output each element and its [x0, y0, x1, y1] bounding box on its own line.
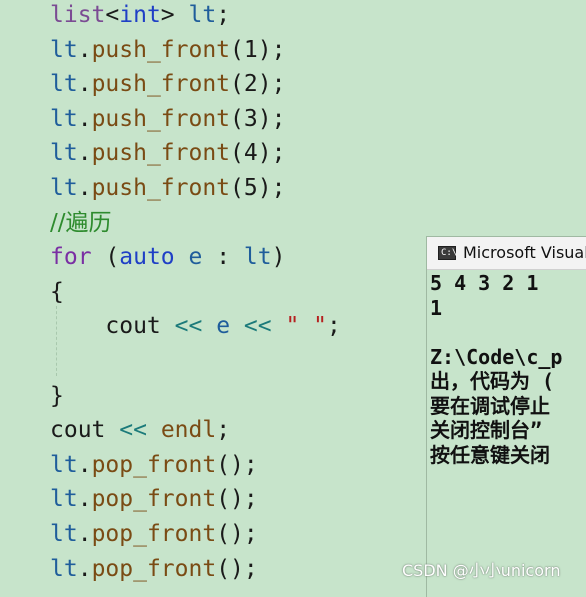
- console-output-line: 5 4 3 2 1: [430, 271, 539, 295]
- code-token: <<: [174, 313, 203, 340]
- code-token: pop_front: [91, 451, 217, 478]
- code-token: .: [77, 36, 92, 63]
- console-output-line: 出，代码为 (: [430, 369, 555, 393]
- code-line: {: [50, 275, 64, 309]
- code-token: pop_front: [91, 555, 217, 582]
- code-token: .: [77, 521, 92, 547]
- code-token: pop_front: [91, 521, 217, 547]
- code-token: e: [216, 313, 231, 340]
- console-output-line: 要在调试停止: [430, 393, 550, 418]
- code-token: .: [77, 105, 92, 132]
- code-token: int: [119, 2, 161, 28]
- code-token: lt: [50, 451, 78, 478]
- code-token: ();: [216, 486, 258, 513]
- code-token: ;: [216, 417, 231, 444]
- code-line: list<int> lt;: [50, 0, 230, 32]
- code-token: push_front: [91, 140, 231, 167]
- code-token: ;: [216, 2, 231, 28]
- code-line: cout << endl;: [50, 413, 230, 447]
- console-title: Microsoft Visual: [463, 243, 586, 262]
- code-token: (5);: [230, 175, 286, 201]
- code-token: (2);: [230, 71, 286, 98]
- console-output-line: 按任意键关闭: [430, 442, 550, 467]
- code-token: lt: [50, 140, 78, 167]
- code-token: for: [50, 244, 92, 271]
- code-token: " ": [285, 313, 328, 340]
- code-token: ;: [327, 313, 341, 340]
- code-line: lt.pop_front();: [50, 448, 258, 482]
- code-line: }: [50, 379, 64, 413]
- code-token: lt: [50, 71, 78, 98]
- code-token: .: [77, 555, 92, 582]
- code-token: endl: [160, 417, 217, 444]
- watermark: CSDN @小小unicorn: [402, 561, 561, 580]
- code-line: cout << e << " ";: [50, 309, 341, 343]
- code-token: ();: [216, 555, 258, 582]
- code-token: <<: [119, 417, 147, 444]
- code-token: .: [77, 71, 92, 98]
- code-line: lt.push_front(5);: [50, 171, 285, 205]
- code-token: }: [50, 382, 64, 409]
- code-token: .: [77, 486, 92, 513]
- code-token: ();: [216, 521, 258, 547]
- console-output-line: 关闭控制台”: [430, 418, 543, 442]
- code-line: lt.push_front(3);: [50, 102, 285, 136]
- code-token: ): [271, 244, 286, 271]
- code-token: lt: [50, 555, 78, 582]
- code-token: lt: [50, 36, 78, 63]
- code-line: lt.push_front(4);: [50, 136, 285, 170]
- code-line: lt.pop_front();: [50, 482, 258, 516]
- code-line: lt.push_front(1);: [50, 33, 285, 67]
- console-titlebar[interactable]: C:\ Microsoft Visual: [427, 237, 586, 270]
- code-token: :: [202, 244, 244, 271]
- code-token: >: [160, 2, 189, 28]
- code-token: (3);: [230, 105, 286, 132]
- code-line: for (auto e : lt): [50, 240, 285, 274]
- code-token: .: [77, 175, 92, 201]
- code-token: ();: [216, 451, 258, 478]
- code-token: push_front: [91, 71, 231, 98]
- code-token: push_front: [91, 36, 231, 63]
- code-token: lt: [50, 521, 78, 547]
- console-window[interactable]: C:\ Microsoft Visual 5 4 3 2 1 1 Z:\Code\c…: [426, 236, 586, 597]
- code-token: //遍历: [50, 209, 112, 236]
- code-token: pop_front: [91, 486, 217, 513]
- console-output-line: Z:\Code\c_p: [430, 344, 563, 369]
- code-token: .: [77, 451, 92, 478]
- code-token: (1);: [230, 36, 286, 63]
- code-token: <: [105, 2, 120, 28]
- code-line: lt.push_front(2);: [50, 67, 285, 101]
- code-token: lt: [50, 105, 78, 132]
- code-token: push_front: [91, 105, 231, 132]
- code-token: cout: [50, 313, 175, 340]
- code-token: push_front: [91, 175, 231, 201]
- code-token: {: [50, 278, 64, 305]
- code-token: lt: [50, 175, 78, 201]
- code-token: lt: [50, 486, 78, 513]
- code-line: lt.pop_front();: [50, 517, 258, 551]
- console-output-line: 1: [430, 295, 443, 320]
- code-token: <<: [243, 313, 272, 340]
- code-token: .: [77, 140, 92, 167]
- code-token: lt: [243, 244, 272, 271]
- code-token: e: [188, 244, 203, 271]
- code-token: list: [50, 2, 106, 28]
- code-line: //遍历: [50, 206, 112, 240]
- code-line: lt.pop_front();: [50, 552, 258, 586]
- code-token: (: [91, 244, 120, 271]
- code-token: (4);: [230, 140, 286, 167]
- code-token: auto: [119, 244, 175, 271]
- code-token: cout: [50, 417, 120, 444]
- code-token: lt: [188, 2, 217, 28]
- console-app-icon: C:\: [438, 246, 457, 260]
